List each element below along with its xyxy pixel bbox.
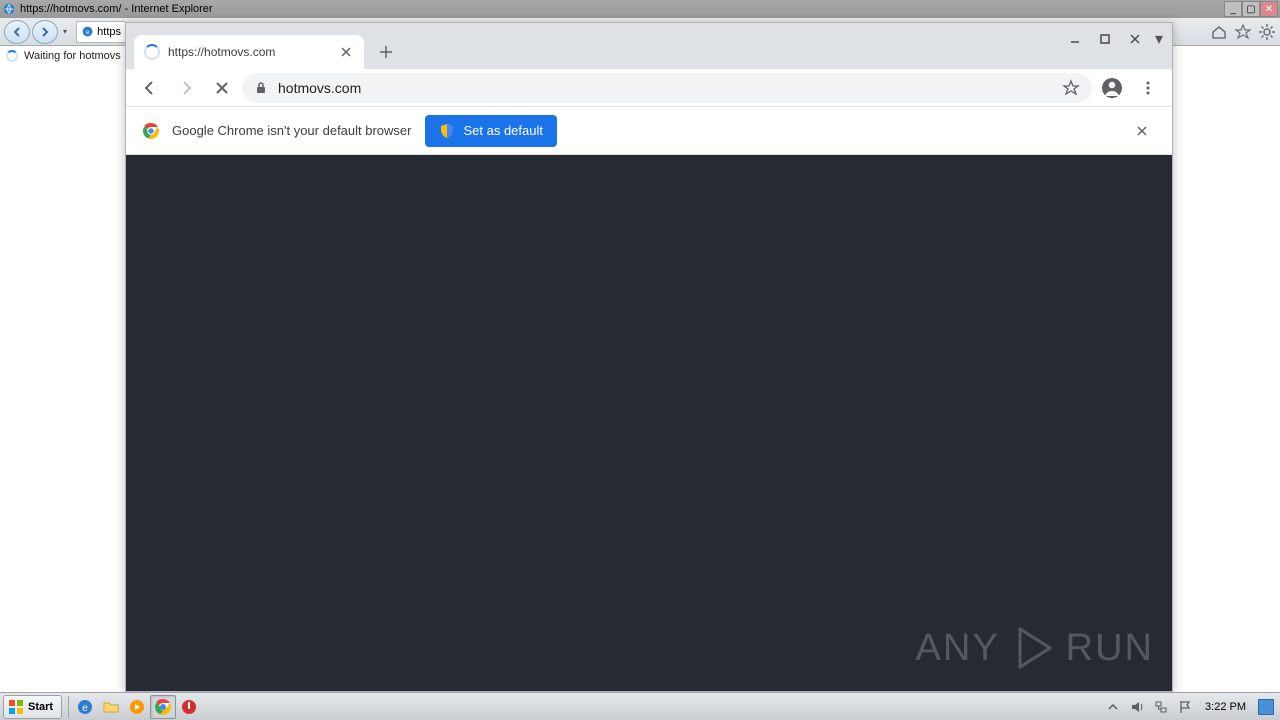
chrome-maximize-button[interactable] <box>1090 29 1120 49</box>
tray-network-icon[interactable] <box>1153 699 1169 715</box>
svg-text:e: e <box>82 703 88 714</box>
ie-minimize-button[interactable]: _ <box>1224 1 1242 17</box>
chrome-back-button[interactable] <box>134 72 166 104</box>
taskbar-shield-icon[interactable] <box>176 695 202 719</box>
taskbar-chrome-icon[interactable] <box>150 695 176 719</box>
chrome-tab-close-button[interactable] <box>338 44 354 60</box>
ie-tools-icon[interactable] <box>1258 23 1276 41</box>
chrome-tab-loading-spinner-icon <box>144 44 160 60</box>
chrome-profile-button[interactable] <box>1096 72 1128 104</box>
ie-home-icon[interactable] <box>1210 23 1228 41</box>
ie-window-controls: _ ▢ ✕ <box>1224 1 1278 17</box>
chrome-logo-icon <box>142 122 160 140</box>
set-as-default-button[interactable]: Set as default <box>425 115 557 147</box>
ie-back-button[interactable] <box>4 20 30 44</box>
chrome-minimize-button[interactable] <box>1060 29 1090 49</box>
ie-app-icon <box>2 2 16 16</box>
chrome-toolbar: hotmovs.com <box>126 69 1172 107</box>
taskbar-separator <box>68 696 69 718</box>
infobar-message: Google Chrome isn't your default browser <box>172 123 411 138</box>
chrome-tab-strip: https://hotmovs.com ▾ <box>126 23 1172 69</box>
windows-logo-icon <box>8 699 24 715</box>
chrome-address-bar[interactable]: hotmovs.com <box>242 73 1092 103</box>
watermark-text-right: RUN <box>1066 627 1154 670</box>
ie-favorites-icon[interactable] <box>1234 23 1252 41</box>
tray-show-desktop[interactable] <box>1258 699 1274 715</box>
chrome-new-tab-button[interactable] <box>372 38 400 66</box>
windows-taskbar: Start e 3:22 PM <box>0 692 1280 720</box>
chrome-page-content: ANY RUN <box>126 155 1172 691</box>
ie-status-bar: Waiting for hotmovs <box>0 46 127 66</box>
lock-icon <box>254 81 268 95</box>
svg-text:e: e <box>86 29 90 36</box>
watermark-text-left: ANY <box>916 627 1000 670</box>
chrome-window: https://hotmovs.com ▾ <box>125 22 1173 692</box>
system-tray: 3:22 PM <box>1099 699 1280 715</box>
chrome-stop-button[interactable] <box>206 72 238 104</box>
chrome-forward-button[interactable] <box>170 72 202 104</box>
start-label: Start <box>28 701 53 713</box>
ie-loading-spinner-icon <box>6 50 18 62</box>
chrome-menu-button[interactable] <box>1132 72 1164 104</box>
tray-expand-icon[interactable] <box>1105 699 1121 715</box>
chrome-window-controls: ▾ <box>1060 29 1166 49</box>
ie-status-text: Waiting for hotmovs <box>24 50 121 62</box>
play-icon <box>1008 623 1058 673</box>
ie-forward-button[interactable] <box>32 20 58 44</box>
ie-address-bar[interactable]: e https <box>76 21 126 43</box>
shield-icon <box>439 123 455 139</box>
tray-clock[interactable]: 3:22 PM <box>1201 701 1250 713</box>
ie-nav-dropdown[interactable]: ▾ <box>60 27 70 36</box>
ie-window-title: https://hotmovs.com/ - Internet Explorer <box>20 3 1224 15</box>
taskbar-explorer-icon[interactable] <box>98 695 124 719</box>
taskbar-media-icon[interactable] <box>124 695 150 719</box>
taskbar-ie-icon[interactable]: e <box>72 695 98 719</box>
ie-close-button[interactable]: ✕ <box>1260 1 1278 17</box>
chrome-tab[interactable]: https://hotmovs.com <box>134 35 364 69</box>
ie-title-bar: https://hotmovs.com/ - Internet Explorer… <box>0 0 1280 18</box>
ie-address-text: https <box>97 26 121 38</box>
bookmark-star-icon[interactable] <box>1062 79 1080 97</box>
chrome-close-button[interactable] <box>1120 29 1150 49</box>
ie-page-icon: e <box>81 25 94 39</box>
anyrun-watermark: ANY RUN <box>916 623 1154 673</box>
tray-volume-icon[interactable] <box>1129 699 1145 715</box>
infobar-close-button[interactable] <box>1128 117 1156 145</box>
chrome-default-browser-infobar: Google Chrome isn't your default browser… <box>126 107 1172 155</box>
start-button[interactable]: Start <box>3 695 62 719</box>
set-as-default-label: Set as default <box>463 123 543 138</box>
chrome-expand-dropdown[interactable]: ▾ <box>1152 29 1166 49</box>
chrome-url-text: hotmovs.com <box>278 80 361 96</box>
tray-flag-icon[interactable] <box>1177 699 1193 715</box>
chrome-tab-title: https://hotmovs.com <box>168 45 338 59</box>
ie-maximize-button[interactable]: ▢ <box>1242 1 1260 17</box>
